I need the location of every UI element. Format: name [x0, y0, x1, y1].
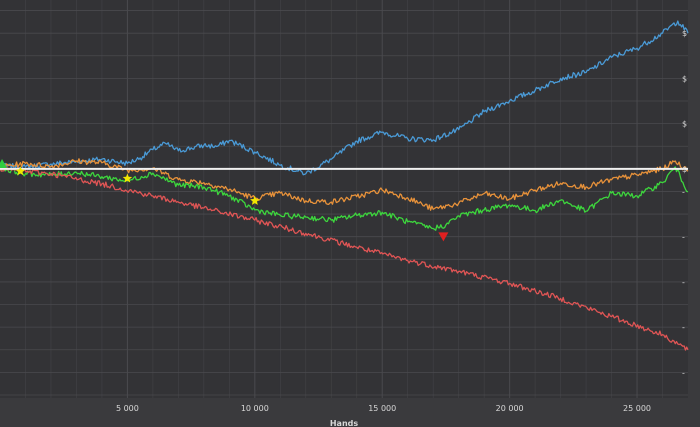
x-tick-label: 10 000	[241, 404, 269, 413]
y-tick-label: $	[682, 29, 687, 38]
y-tick-label: -	[682, 187, 685, 196]
y-tick-label: -	[682, 323, 685, 332]
x-tick-label: 5 000	[116, 404, 139, 413]
x-tick-label: 20 000	[496, 404, 524, 413]
y-tick-label: $	[682, 120, 687, 129]
plot-area	[0, 0, 688, 398]
x-tick-label: 25 000	[623, 404, 651, 413]
y-tick-label: $	[682, 165, 687, 174]
y-tick-label: -	[682, 233, 685, 242]
profit-chart: 5 000 10 000 15 000 20 000 25 000 $$$$----- …	[0, 0, 700, 427]
x-tick-label: 15 000	[368, 404, 396, 413]
y-tick-label: -	[682, 278, 685, 287]
x-axis-label: Hands	[330, 419, 359, 427]
y-tick-label: -	[682, 368, 685, 377]
y-tick-label: $	[682, 74, 687, 83]
